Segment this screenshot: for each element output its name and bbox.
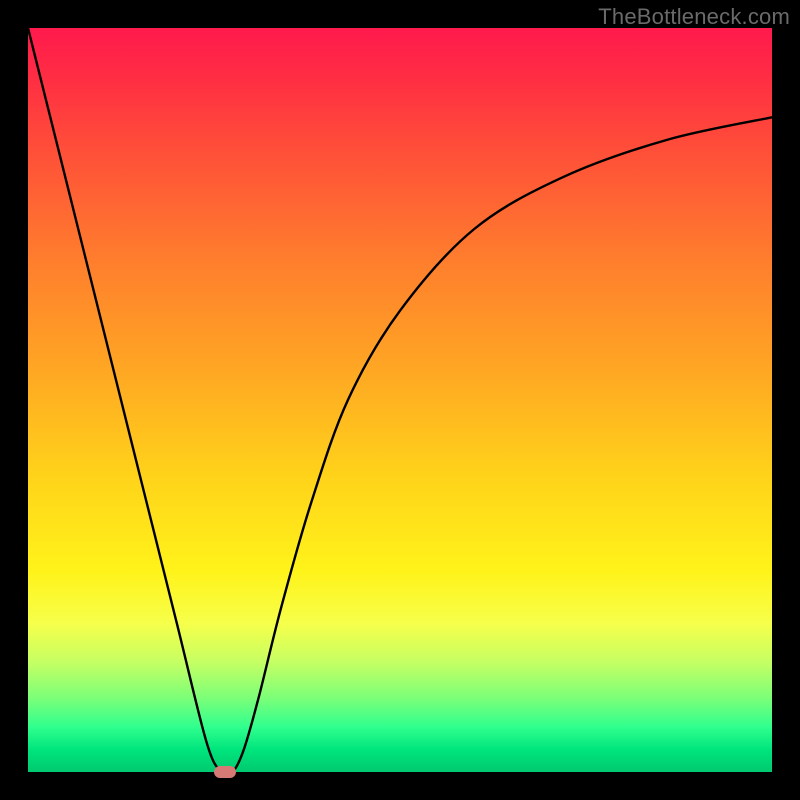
bottleneck-curve (28, 28, 772, 772)
curve-path (28, 28, 772, 772)
plot-area (28, 28, 772, 772)
min-marker (214, 766, 236, 778)
watermark-text: TheBottleneck.com (598, 4, 790, 30)
chart-frame: TheBottleneck.com (0, 0, 800, 800)
